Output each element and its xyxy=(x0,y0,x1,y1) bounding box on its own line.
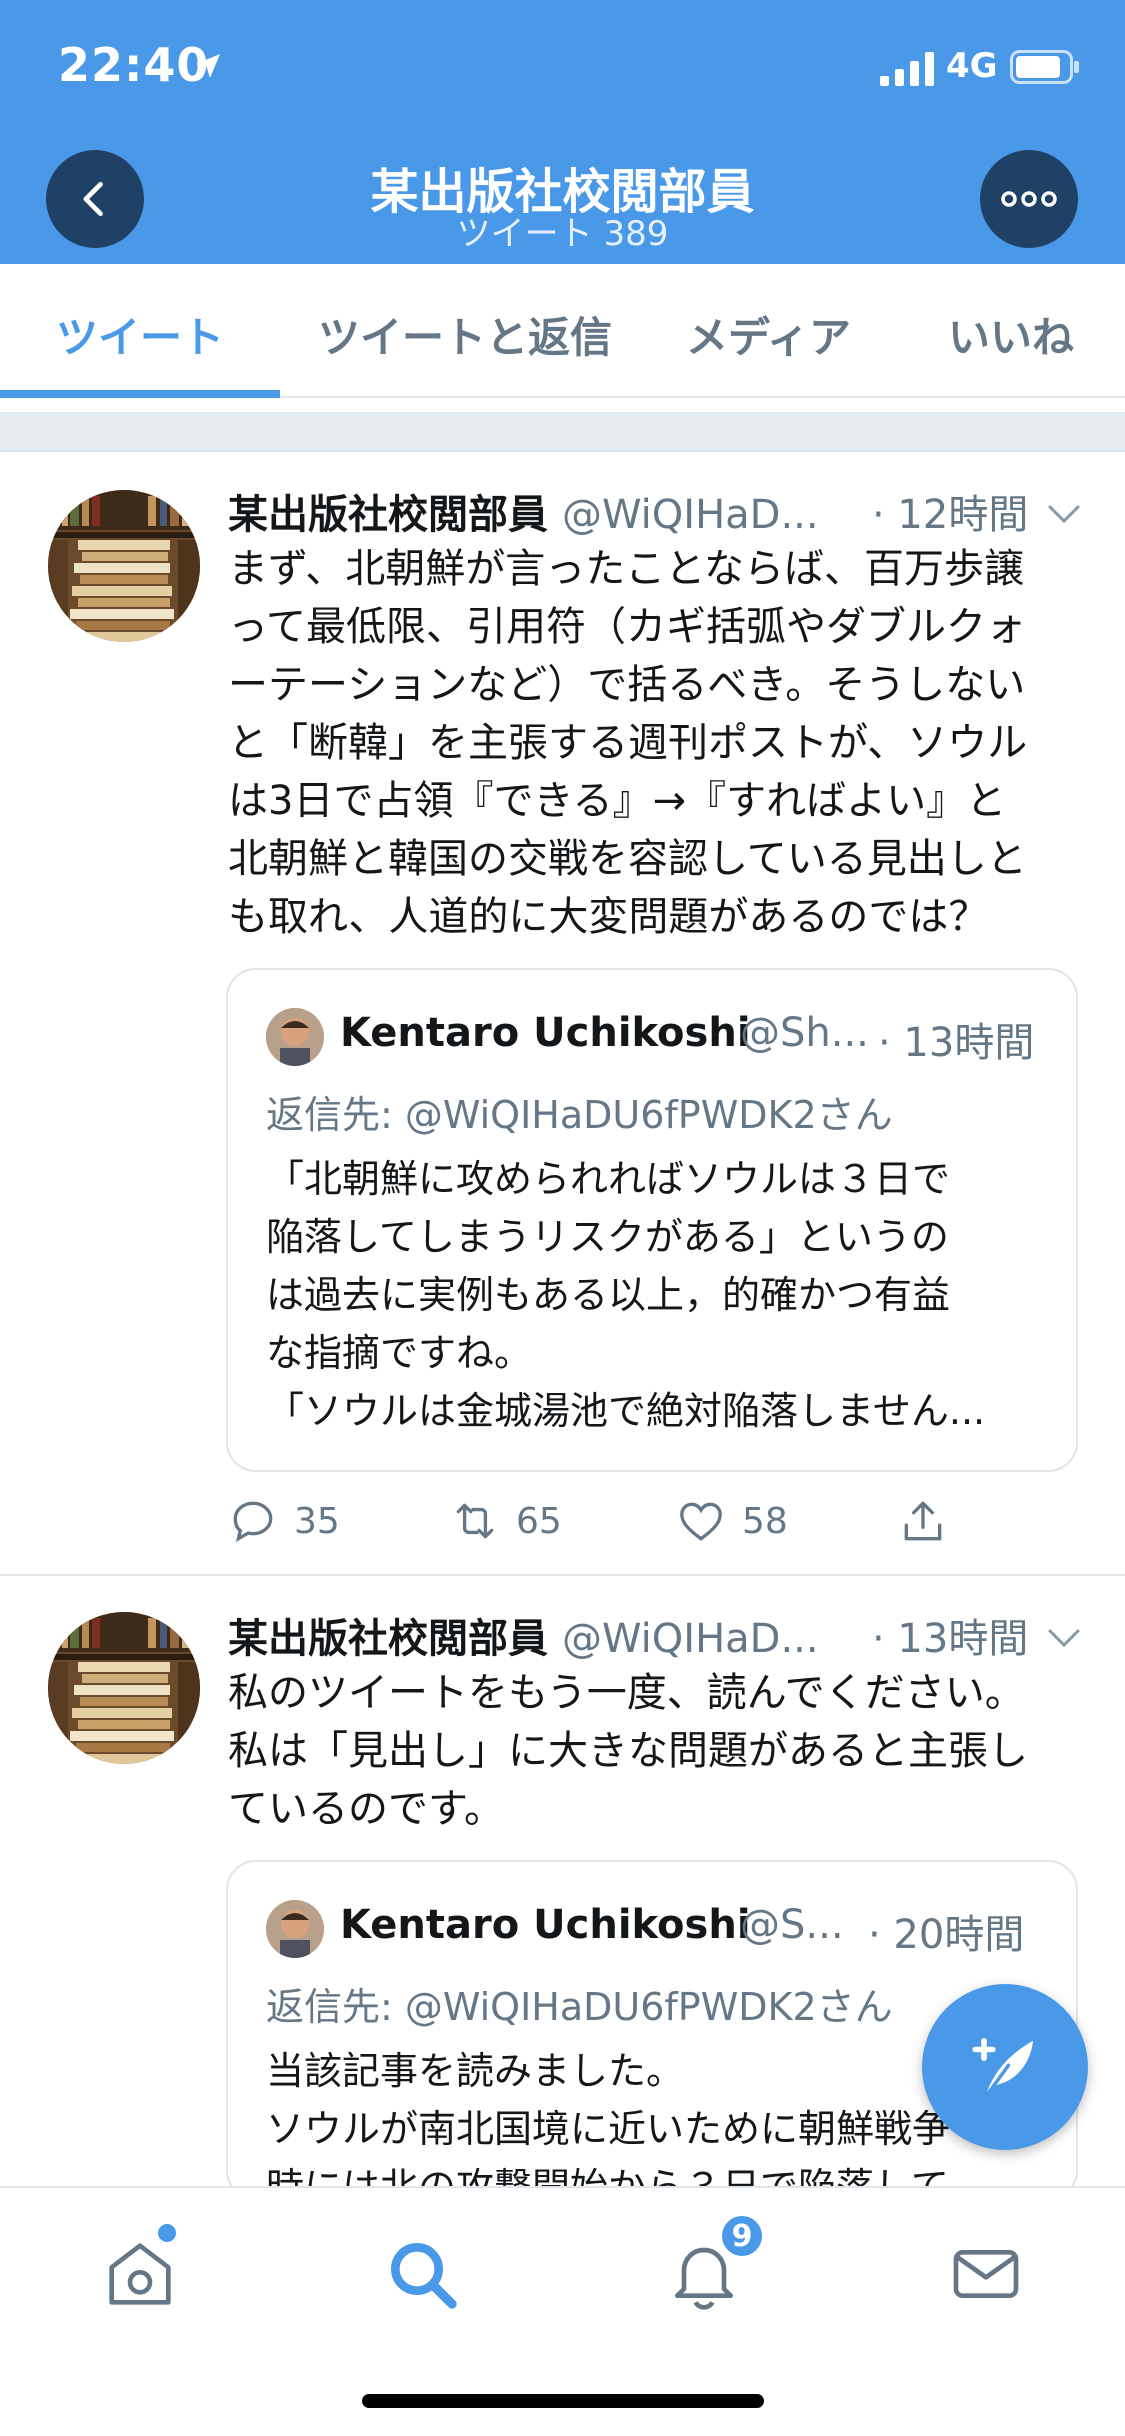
search-icon[interactable] xyxy=(382,2234,462,2314)
notification-badge: 9 xyxy=(718,2212,766,2260)
tweet-header: 某出版社校閲部員 @WiQIHaD... xyxy=(228,482,819,540)
tweet-count: ツイート 389 xyxy=(456,214,669,254)
tweet[interactable]: 某出版社校閲部員 @WiQIHaD... · 13時間 私のツイートをもう一度、読… xyxy=(0,1576,1125,2276)
location-arrow-icon xyxy=(196,54,220,78)
section-divider xyxy=(0,412,1125,452)
network-type: 4G xyxy=(946,46,998,86)
quoted-tweet[interactable]: Kentaro Uchikoshi @Sh... · 13時間 返信先: @Wi… xyxy=(226,968,1078,1472)
chevron-down-icon[interactable] xyxy=(1046,502,1082,526)
avatar[interactable] xyxy=(48,1612,200,1764)
quoted-timestamp: · 20時間 xyxy=(868,1912,1025,1958)
like-count: 58 xyxy=(742,1500,788,1542)
status-time: 22:40 xyxy=(58,38,210,92)
profile-tabs: ツイート ツイートと返信 メディア いいね xyxy=(0,264,1125,398)
home-indicator xyxy=(362,2394,764,2408)
quoted-author-name: Kentaro Uchikoshi xyxy=(340,1010,751,1056)
reply-to-line: 返信先: @WiQIHaDU6fPWDK2さん xyxy=(266,1093,893,1137)
new-content-dot xyxy=(158,2224,176,2242)
author-handle[interactable]: @WiQIHaD... xyxy=(562,1616,819,1662)
home-icon[interactable] xyxy=(100,2234,180,2314)
compose-feather-icon xyxy=(972,2037,1033,2099)
quoted-text: 「北朝鮮に攻められればソウルは３日で 陥落してしまうリスクがある」というの は過… xyxy=(266,1157,986,1433)
quoted-avatar xyxy=(266,1900,324,1958)
retweet-button[interactable]: 65 xyxy=(450,1496,562,1546)
heart-icon xyxy=(680,1502,722,1541)
mail-icon[interactable] xyxy=(946,2234,1026,2314)
author-handle[interactable]: @WiQIHaD... xyxy=(562,492,819,538)
quoted-avatar xyxy=(266,1008,324,1066)
avatar[interactable] xyxy=(48,490,200,642)
reply-button[interactable]: 35 xyxy=(228,1496,340,1546)
tweet-text: まず、北朝鮮が言ったことならば、百万歩譲 って最低限、引用符（カギ括弧やダブルク… xyxy=(228,546,1028,940)
quoted-author-name: Kentaro Uchikoshi xyxy=(340,1902,751,1948)
tweet-actions: 35 65 58 xyxy=(228,1496,1078,1556)
cellular-signal-icon xyxy=(880,52,934,86)
quoted-author-handle: @S... xyxy=(740,1902,844,1948)
tweet-timestamp: · 12時間 xyxy=(872,492,1029,538)
share-button[interactable] xyxy=(898,1496,964,1546)
author-name[interactable]: 某出版社校閲部員 xyxy=(228,492,548,538)
reply-icon xyxy=(233,1501,273,1543)
reply-to-line: 返信先: @WiQIHaDU6fPWDK2さん xyxy=(266,1985,893,2029)
tweet-timestamp: · 13時間 xyxy=(872,1616,1029,1662)
tab-media[interactable]: メディア xyxy=(686,304,851,365)
quoted-author-handle: @Sh... xyxy=(740,1010,869,1056)
battery-icon xyxy=(1010,50,1079,84)
chevron-down-icon[interactable] xyxy=(1046,1626,1082,1650)
active-tab-indicator xyxy=(0,390,280,398)
tweet-header: 某出版社校閲部員 @WiQIHaD... xyxy=(228,1606,819,1664)
quoted-timestamp: · 13時間 xyxy=(878,1020,1035,1066)
compose-tweet-button[interactable] xyxy=(922,1984,1088,2150)
reply-count: 35 xyxy=(294,1500,340,1542)
avatar-bookshelf-image xyxy=(48,1612,200,1764)
tab-tweets-and-replies[interactable]: ツイートと返信 xyxy=(318,304,612,365)
retweet-icon xyxy=(456,1503,494,1539)
status-bar: 22:40 4G xyxy=(0,0,1125,130)
tab-likes[interactable]: いいね xyxy=(948,304,1074,365)
author-name[interactable]: 某出版社校閲部員 xyxy=(228,1616,548,1662)
like-button[interactable]: 58 xyxy=(676,1496,788,1546)
tweet-text: 私のツイートをもう一度、読んでください。 私は「見出し」に大きな問題があると主張… xyxy=(228,1670,1028,1832)
share-icon xyxy=(904,1501,942,1541)
avatar-bookshelf-image xyxy=(48,490,200,642)
tweet[interactable]: 某出版社校閲部員 @WiQIHaD... · 12時間 まず、北朝鮮が言ったことな… xyxy=(0,452,1125,1576)
retweet-count: 65 xyxy=(516,1500,562,1542)
tab-tweets[interactable]: ツイート xyxy=(56,304,224,365)
ellipsis-icon xyxy=(1001,191,1057,207)
profile-header: 22:40 4G 某出版社校閲部員 ツイート 389 xyxy=(0,0,1125,264)
more-options-button[interactable] xyxy=(980,150,1078,248)
